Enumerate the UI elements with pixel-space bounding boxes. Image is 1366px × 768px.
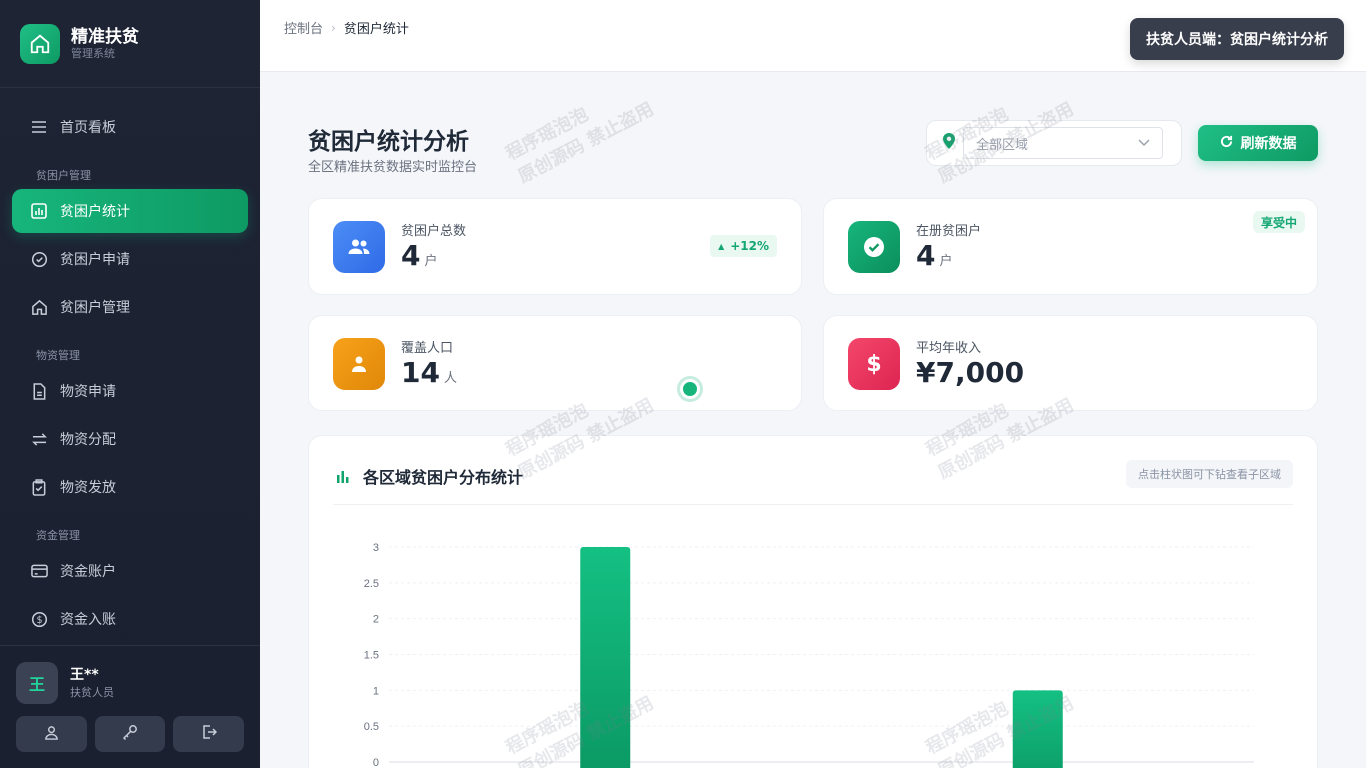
stat-card-total: 贫困户总数 4户 ▲ +12% [308, 198, 802, 295]
sidebar-item-label: 贫困户申请 [60, 252, 130, 268]
sidebar-item-material-allocate[interactable]: 物资分配 [12, 417, 248, 461]
refresh-button[interactable]: 刷新数据 [1198, 125, 1318, 161]
y-tick-label: 3 [373, 542, 379, 554]
sidebar-item-label: 物资申请 [60, 384, 116, 400]
sidebar-item-label: 首页看板 [60, 120, 116, 136]
sidebar-item-fund-account[interactable]: 资金账户 [12, 549, 248, 593]
swap-icon [30, 430, 48, 448]
nav-group-title: 资金管理 [36, 529, 80, 542]
location-pin-icon [943, 133, 955, 153]
y-tick-label: 1.5 [364, 650, 379, 662]
breadcrumb-item[interactable]: 控制台 [284, 18, 323, 37]
sidebar-item-poor-household-stats[interactable]: 贫困户统计 [12, 189, 248, 233]
stat-value: ¥7,000 [916, 356, 1025, 389]
stat-card-population: 覆盖人口 14 人 [308, 315, 802, 411]
user-role: 扶贫人员 [70, 686, 114, 699]
chevron-down-icon [1138, 136, 1150, 151]
status-indicator [680, 379, 700, 399]
stat-value: 4户 [916, 239, 953, 272]
chevron-right-icon: › [331, 20, 336, 35]
topbar: 控制台 › 贫困户统计 扶贫人员端：贫困户统计分析 [260, 0, 1366, 72]
bar-chart: 0 0.5 1 1.5 2 2.5 3 [364, 542, 1254, 768]
person-icon [333, 338, 385, 390]
home-icon [30, 298, 48, 316]
stat-label: 平均年收入 [916, 341, 982, 356]
refresh-icon [1220, 135, 1233, 152]
stat-value: 14 人 [401, 356, 457, 389]
logout-button[interactable] [173, 716, 245, 752]
refresh-label: 刷新数据 [1240, 136, 1297, 152]
page-subtitle: 全区精准扶贫数据实时监控台 [308, 160, 478, 175]
sidebar-item-label: 物资发放 [60, 480, 116, 496]
svg-text:$: $ [36, 614, 42, 625]
user-panel: 王 王** 扶贫人员 [0, 645, 260, 768]
page-title: 贫困户统计分析 [308, 129, 469, 155]
menu-icon [30, 118, 48, 136]
sidebar-item-material-apply[interactable]: 物资申请 [12, 369, 248, 413]
document-icon [30, 382, 48, 400]
brand: 精准扶贫 管理系统 [0, 0, 260, 88]
sidebar-item-material-distribute[interactable]: 物资发放 [12, 465, 248, 509]
stat-card-registered: 在册贫困户 4户 享受中 [823, 198, 1318, 295]
dollar-icon: $ [848, 338, 900, 390]
sidebar-item-label: 物资分配 [60, 432, 116, 448]
y-tick-label: 2 [373, 614, 379, 626]
stat-label: 覆盖人口 [401, 341, 454, 356]
sidebar-item-label: 贫困户管理 [60, 300, 130, 316]
y-tick-label: 0 [373, 757, 379, 768]
profile-button[interactable] [16, 716, 87, 752]
change-password-button[interactable] [94, 716, 166, 752]
nav-group-title: 贫困户管理 [36, 169, 91, 182]
status-badge: 享受中 [1252, 211, 1305, 233]
breadcrumb-current: 贫困户统计 [343, 22, 409, 37]
stat-label: 在册贫困户 [916, 224, 982, 239]
check-circle-icon [30, 250, 48, 268]
user-icon [44, 725, 59, 744]
brand-title: 精准扶贫 [71, 26, 139, 47]
bar-chart-icon [30, 202, 48, 220]
stat-label: 贫困户总数 [401, 224, 467, 239]
users-icon [333, 221, 385, 273]
role-tooltip: 扶贫人员端：贫困户统计分析 [1130, 18, 1344, 60]
sidebar-nav: 首页看板 贫困户管理 贫困户统计 贫困户申请 贫困户管理 物资管理 物资申请 物… [0, 88, 260, 641]
sidebar-item-label: 资金入账 [60, 612, 116, 628]
main-content: 贫困户统计分析 全区精准扶贫数据实时监控台 全部区域 刷新数据 贫困户总数 4户… [260, 72, 1366, 768]
chart-card: 各区域贫困户分布统计 点击柱状图可下钻查看子区域 0 0.5 1 1.5 2 2.5 3 [308, 435, 1318, 768]
logout-icon [201, 724, 217, 744]
sidebar-item-label: 贫困户统计 [60, 204, 130, 220]
breadcrumb: 控制台 › 贫困户统计 [284, 18, 409, 38]
brand-subtitle: 管理系统 [71, 46, 115, 60]
sidebar-item-poor-household-manage[interactable]: 贫困户管理 [12, 285, 248, 329]
key-icon [122, 724, 138, 744]
arrow-up-icon: ▲ [718, 241, 725, 251]
sidebar: 精准扶贫 管理系统 首页看板 贫困户管理 贫困户统计 贫困户申请 贫困户管理 物… [0, 0, 260, 768]
region-select-value: 全部区域 [976, 137, 1029, 153]
user-name: 王** [70, 667, 99, 683]
avatar[interactable]: 王 [16, 662, 58, 704]
region-select[interactable]: 全部区域 [963, 127, 1163, 159]
y-tick-label: 1 [373, 685, 379, 697]
sidebar-item-poor-household-apply[interactable]: 贫困户申请 [12, 237, 248, 281]
y-tick-label: 0.5 [364, 721, 379, 733]
stat-card-income: $ 平均年收入 ¥7,000 [823, 315, 1318, 411]
nav-group-title: 物资管理 [36, 349, 80, 362]
chart-bar[interactable] [580, 547, 631, 768]
trend-badge: ▲ +12% [710, 235, 777, 257]
sidebar-item-fund-income[interactable]: $ 资金入账 [12, 597, 248, 641]
clipboard-check-icon [30, 478, 48, 496]
sidebar-item-dashboard[interactable]: 首页看板 [12, 105, 248, 149]
chart-bar[interactable] [1012, 690, 1063, 768]
sidebar-item-label: 资金账户 [60, 564, 116, 580]
stat-value: 4户 [401, 239, 438, 272]
credit-card-icon [30, 562, 48, 580]
region-filter: 全部区域 [926, 120, 1182, 166]
dollar-circle-icon: $ [30, 610, 48, 628]
check-icon [848, 221, 900, 273]
home-logo-icon [20, 23, 60, 64]
y-tick-label: 2.5 [364, 578, 379, 590]
